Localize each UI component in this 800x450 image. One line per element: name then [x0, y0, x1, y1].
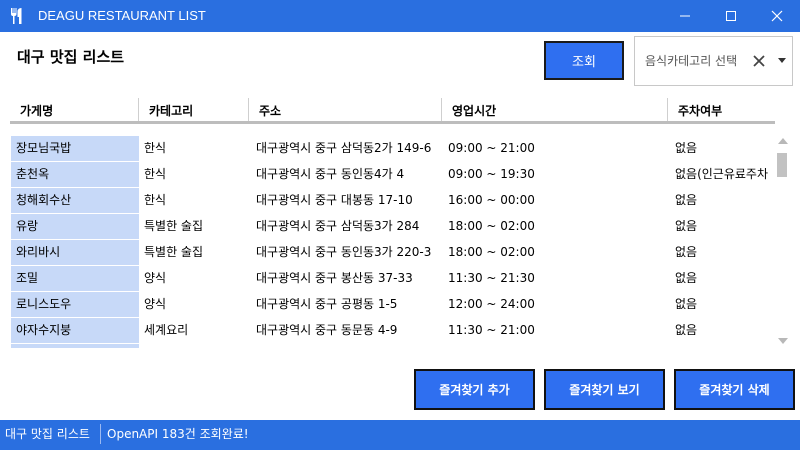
cell-name: 조밀	[11, 266, 139, 291]
maximize-button[interactable]	[708, 0, 754, 32]
cell-address: 대구광역시 중구 동인동3가 220-3	[256, 245, 432, 259]
chevron-down-icon[interactable]	[778, 58, 786, 64]
cell-parking: 없음	[675, 141, 698, 155]
cell-parking: 없음	[675, 193, 698, 207]
add-favorite-button[interactable]: 즐겨찾기 추가	[414, 369, 535, 410]
status-divider	[100, 424, 101, 444]
scroll-down-icon[interactable]	[778, 338, 788, 344]
cell-name: 와리바시	[11, 240, 139, 265]
minimize-button[interactable]	[662, 0, 708, 32]
column-header-category[interactable]: 카테고리	[139, 98, 249, 121]
cell-hours: 09:00 ~ 19:30	[448, 167, 535, 181]
column-header-hours[interactable]: 영업시간	[442, 98, 668, 121]
cell-name: 장모님국밥	[11, 136, 139, 161]
cell-address: 대구광역시 중구 동인동4가 4	[256, 167, 405, 181]
cell-category: 특별한 술집	[144, 245, 204, 259]
table-row[interactable]: 조밀 양식 대구광역시 중구 봉산동 37-33 11:30 ~ 21:30 없…	[10, 266, 775, 291]
cell-address: 대구광역시 중구 삼덕동2가 149-6	[256, 141, 432, 155]
column-header-parking[interactable]: 주차여부	[668, 98, 775, 121]
restaurant-icon	[11, 8, 22, 24]
cell-address: 대구광역시 중구 삼덕동3가 284	[256, 219, 420, 233]
close-icon	[771, 10, 783, 22]
column-header-name[interactable]: 가게명	[10, 98, 139, 121]
cell-parking: 없음	[675, 245, 698, 259]
maximize-icon	[726, 11, 736, 21]
status-bar: 대구 맛집 리스트 OpenAPI 183건 조회완료!	[0, 420, 800, 450]
cell-parking: 없음(인근유료주차	[675, 167, 769, 181]
cell-hours: 18:00 ~ 02:00	[448, 219, 535, 233]
search-button[interactable]: 조회	[544, 41, 624, 80]
cell-name: 야자수지붕	[11, 318, 139, 343]
status-app-name: 대구 맛집 리스트	[5, 427, 90, 441]
cell-hours: 12:00 ~ 24:00	[448, 297, 535, 311]
cell-category: 한식	[144, 193, 167, 207]
cell-name: 유랑	[11, 214, 139, 239]
cell-address: 대구광역시 중구 대봉동 17-10	[256, 193, 413, 207]
clear-icon[interactable]	[752, 54, 766, 68]
cell-parking: 없음	[675, 219, 698, 233]
cell-hours: 11:30 ~ 21:30	[448, 271, 535, 285]
category-combobox[interactable]: 음식카테고리 선택	[634, 36, 793, 86]
page-title: 대구 맛집 리스트	[17, 48, 125, 66]
delete-favorite-button[interactable]: 즐겨찾기 삭제	[674, 369, 795, 410]
window-title: DEAGU RESTAURANT LIST	[38, 8, 206, 23]
cell-category: 한식	[144, 141, 167, 155]
column-header-address[interactable]: 주소	[249, 98, 442, 121]
cell-name: 로니스도우	[11, 292, 139, 317]
minimize-icon	[680, 15, 690, 17]
restaurant-list: 장모님국밥 한식 대구광역시 중구 삼덕동2가 149-6 09:00 ~ 21…	[10, 136, 775, 348]
close-button[interactable]	[754, 0, 800, 32]
cell-hours: 18:00 ~ 02:00	[448, 245, 535, 259]
table-row[interactable]	[10, 344, 775, 348]
status-message: OpenAPI 183건 조회완료!	[107, 427, 249, 441]
table-row[interactable]: 야자수지붕 세계요리 대구광역시 중구 동문동 4-9 11:30 ~ 21:0…	[10, 318, 775, 343]
cell-hours: 11:30 ~ 21:00	[448, 323, 535, 337]
title-bar: DEAGU RESTAURANT LIST	[0, 0, 800, 32]
category-placeholder: 음식카테고리 선택	[645, 54, 738, 68]
table-row[interactable]: 로니스도우 양식 대구광역시 중구 공평동 1-5 12:00 ~ 24:00 …	[10, 292, 775, 317]
scroll-up-icon[interactable]	[778, 138, 788, 144]
cell-address: 대구광역시 중구 공평동 1-5	[256, 297, 398, 311]
cell-category: 한식	[144, 167, 167, 181]
table-header: 가게명 카테고리 주소 영업시간 주차여부	[10, 98, 775, 124]
view-favorites-button[interactable]: 즐겨찾기 보기	[544, 369, 665, 410]
cell-category: 세계요리	[144, 323, 189, 337]
cell-hours: 09:00 ~ 21:00	[448, 141, 535, 155]
vertical-scrollbar[interactable]	[776, 136, 790, 348]
table-row[interactable]: 와리바시 특별한 술집 대구광역시 중구 동인동3가 220-3 18:00 ~…	[10, 240, 775, 265]
table-row[interactable]: 장모님국밥 한식 대구광역시 중구 삼덕동2가 149-6 09:00 ~ 21…	[10, 136, 775, 161]
cell-address: 대구광역시 중구 봉산동 37-33	[256, 271, 413, 285]
cell-name: 춘천옥	[11, 162, 139, 187]
scroll-thumb[interactable]	[777, 153, 787, 177]
cell-category: 양식	[144, 297, 167, 311]
cell-parking: 없음	[675, 271, 698, 285]
cell-parking: 없음	[675, 323, 698, 337]
table-row[interactable]: 춘천옥 한식 대구광역시 중구 동인동4가 4 09:00 ~ 19:30 없음…	[10, 162, 775, 187]
cell-category: 양식	[144, 271, 167, 285]
cell-name: 청해회수산	[11, 188, 139, 213]
table-row[interactable]: 유랑 특별한 술집 대구광역시 중구 삼덕동3가 284 18:00 ~ 02:…	[10, 214, 775, 239]
cell-category: 특별한 술집	[144, 219, 204, 233]
cell-parking: 없음	[675, 297, 698, 311]
table-row[interactable]: 청해회수산 한식 대구광역시 중구 대봉동 17-10 16:00 ~ 00:0…	[10, 188, 775, 213]
cell-name	[11, 344, 139, 348]
cell-hours: 16:00 ~ 00:00	[448, 193, 535, 207]
cell-address: 대구광역시 중구 동문동 4-9	[256, 323, 398, 337]
